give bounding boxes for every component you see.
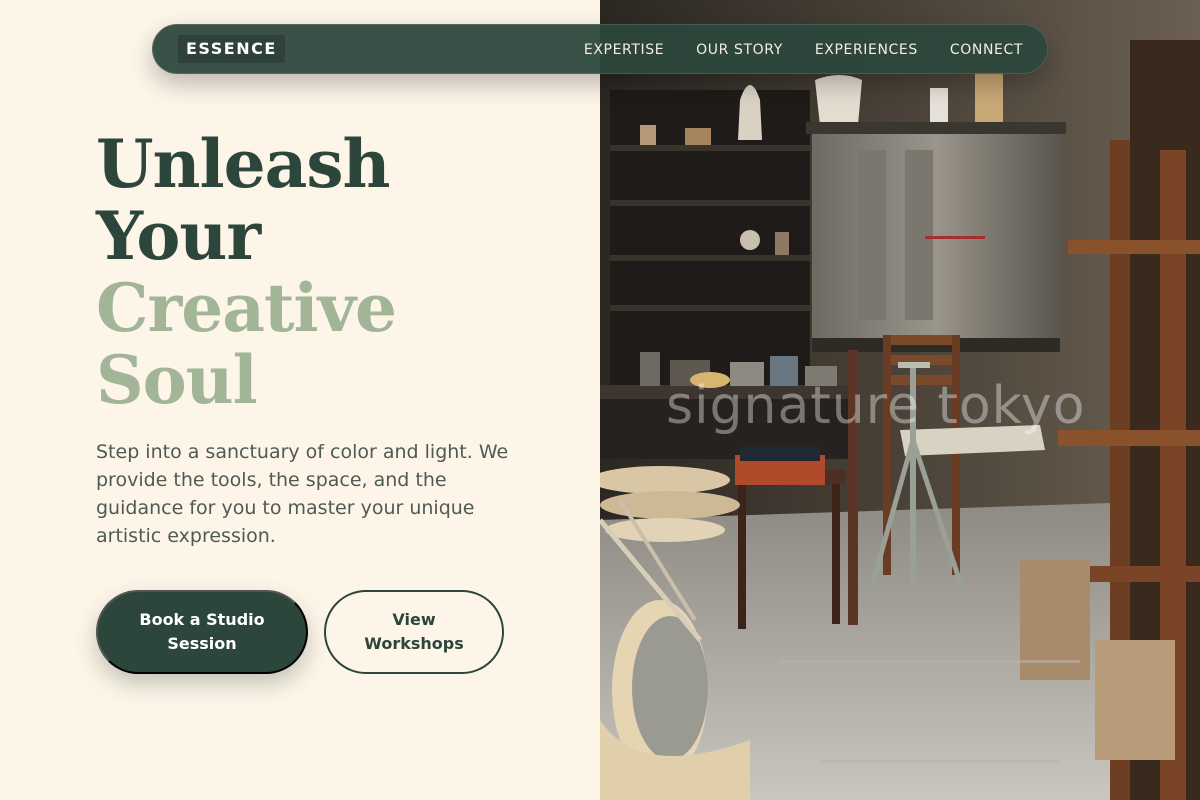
hero-section: Unleash Your Creative Soul Step into a s… bbox=[0, 0, 600, 800]
hero-title-line-2: Your bbox=[96, 197, 261, 275]
nav-link-connect[interactable]: CONNECT bbox=[950, 42, 1023, 58]
brand-logo[interactable]: ESSENCE bbox=[178, 35, 285, 63]
view-workshops-button[interactable]: View Workshops bbox=[324, 590, 504, 674]
hero-title-line-4: Soul bbox=[96, 341, 258, 419]
studio-photo: signature tokyo bbox=[600, 0, 1200, 800]
nav-link-expertise[interactable]: EXPERTISE bbox=[584, 42, 664, 58]
hero-title-line-3: Creative bbox=[96, 269, 397, 347]
hero-description: Step into a sanctuary of color and light… bbox=[96, 441, 509, 547]
photo-watermark: signature tokyo bbox=[666, 376, 1086, 436]
nav-link-experiences[interactable]: EXPERIENCES bbox=[815, 42, 918, 58]
nav-links: EXPERTISE OUR STORY EXPERIENCES CONNECT bbox=[584, 25, 1023, 75]
hero-title-line-1: Unleash bbox=[96, 125, 391, 203]
book-studio-session-button[interactable]: Book a Studio Session bbox=[96, 590, 308, 674]
nav-link-our-story[interactable]: OUR STORY bbox=[696, 42, 783, 58]
top-navigation: ESSENCE EXPERTISE OUR STORY EXPERIENCES … bbox=[152, 24, 1048, 74]
hero-title: Unleash Your Creative Soul bbox=[96, 125, 397, 419]
